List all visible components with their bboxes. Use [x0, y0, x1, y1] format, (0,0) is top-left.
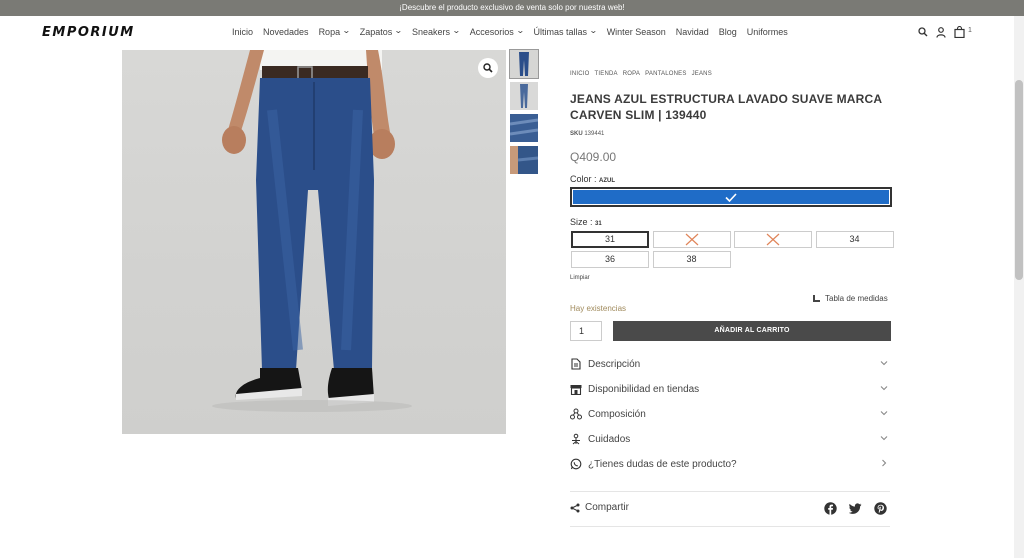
chevron-down-icon: ⌄ [394, 26, 404, 35]
user-icon[interactable] [936, 26, 946, 38]
store-icon [570, 383, 582, 395]
thumbnail-3[interactable] [510, 114, 538, 142]
chevron-down-icon: ⌄ [342, 26, 351, 35]
nav-item-uniformes[interactable]: Uniformes [747, 27, 788, 37]
size-option-unavailable [652, 231, 731, 248]
chevron-down-icon: ⌄ [452, 26, 461, 35]
stock-status: Hay existencias [570, 304, 627, 313]
size-option-unavailable [734, 231, 812, 248]
main-nav: Inicio Novedades Ropa ⌄ Zapatos ⌄ Sneakers ⌄ Acc… [232, 26, 798, 37]
share-icon [570, 503, 580, 512]
clear-selection-link[interactable]: Limpiar [570, 275, 590, 281]
accordion-questions[interactable]: ¿Tienes dudas de este producto? [570, 456, 890, 472]
social-share-links [824, 502, 887, 515]
size-option[interactable]: 38 [652, 251, 731, 268]
whatsapp-icon [570, 458, 582, 470]
header-icons: 1 [918, 26, 972, 38]
chevron-down-icon [880, 436, 888, 441]
product-price: Q409.00 [570, 150, 617, 164]
nav-item-sneakers[interactable]: Sneakers ⌄ [412, 26, 461, 37]
chevron-down-icon [880, 361, 888, 366]
accordion-care[interactable]: Cuidados [570, 431, 890, 447]
product-main-image[interactable] [122, 50, 506, 434]
breadcrumb-item[interactable]: ROPA [623, 71, 640, 77]
chevron-down-icon [880, 386, 888, 391]
thumbnail-2[interactable] [510, 82, 538, 110]
announcement-text: ¡Descubre el producto exclusivo de venta… [399, 3, 625, 12]
accordion-store-availability[interactable]: Disponibilidad en tiendas [570, 381, 890, 397]
share-button[interactable]: Compartir [570, 502, 629, 513]
zoom-button[interactable] [478, 58, 498, 78]
breadcrumb-item[interactable]: INICIO [570, 71, 590, 77]
pinterest-icon[interactable] [874, 502, 887, 515]
nav-item-navidad[interactable]: Navidad [676, 27, 709, 37]
nav-item--ltimas-tallas[interactable]: Últimas tallas ⌄ [533, 26, 598, 37]
breadcrumb-item[interactable]: TIENDA [595, 71, 618, 77]
nav-item-novedades[interactable]: Novedades [263, 27, 309, 37]
quantity-input[interactable]: 1 [570, 321, 602, 341]
thumbnail-strip [509, 49, 539, 178]
search-icon[interactable] [918, 27, 928, 37]
facebook-icon[interactable] [824, 502, 837, 515]
add-to-cart-button[interactable]: AÑADIR AL CARRITO [613, 321, 891, 341]
accordion-composition[interactable]: Composición [570, 406, 890, 422]
accordion-description[interactable]: Descripción [570, 356, 890, 372]
breadcrumb: INICIO TIENDA ROPA PANTALONES JEANS [570, 71, 717, 77]
breadcrumb-item[interactable]: JEANS [692, 71, 712, 77]
site-header: EMPORIUM Inicio Novedades Ropa ⌄ Zapatos ⌄ Sne… [0, 16, 1024, 50]
color-value: AZUL [599, 178, 616, 184]
unavailable-x-icon [685, 233, 698, 246]
page-scrollbar[interactable] [1014, 16, 1024, 558]
chevron-down-icon [880, 411, 888, 416]
nav-item-ropa[interactable]: Ropa ⌄ [319, 26, 351, 37]
chevron-down-icon: ⌄ [515, 26, 525, 35]
product-sku: SKU 139441 [570, 131, 605, 137]
nav-item-blog[interactable]: Blog [719, 27, 737, 37]
announcement-bar: ¡Descubre el producto exclusivo de venta… [0, 0, 1024, 16]
jeans-model-photo [212, 50, 412, 412]
divider [570, 491, 890, 492]
nav-item-inicio[interactable]: Inicio [232, 27, 253, 37]
site-logo[interactable]: EMPORIUM [42, 25, 135, 40]
document-icon [570, 358, 582, 370]
size-label: Size : 31 [570, 217, 602, 227]
checkmark-icon [725, 192, 737, 202]
size-chart-link[interactable]: Tabla de medidas [812, 294, 888, 303]
size-option[interactable]: 31 [571, 231, 649, 248]
thumbnail-1[interactable] [509, 49, 539, 79]
nav-item-zapatos[interactable]: Zapatos ⌄ [360, 26, 404, 37]
size-option[interactable]: 34 [815, 231, 894, 248]
chevron-down-icon: ⌄ [588, 26, 598, 35]
divider [570, 526, 890, 527]
size-option[interactable]: 36 [571, 251, 649, 268]
unavailable-x-icon [766, 233, 780, 246]
care-icon [570, 433, 582, 445]
size-value: 31 [595, 221, 602, 227]
zoom-icon [483, 63, 493, 73]
color-label: Color : AZUL [570, 174, 616, 184]
product-title: JEANS AZUL ESTRUCTURA LAVADO SUAVE MARCA… [570, 92, 882, 122]
ruler-icon [813, 295, 820, 302]
chevron-right-icon [882, 459, 887, 467]
nav-item-accesorios[interactable]: Accesorios ⌄ [470, 26, 525, 37]
molecule-icon [570, 408, 582, 420]
color-swatch-azul[interactable] [570, 187, 892, 207]
scrollbar-thumb[interactable] [1015, 80, 1023, 280]
nav-item-winter-season[interactable]: Winter Season [607, 27, 666, 37]
cart-count-badge: 1 [968, 26, 972, 34]
thumbnail-4[interactable] [510, 146, 538, 174]
cart-icon[interactable] [954, 26, 965, 38]
twitter-icon[interactable] [848, 502, 862, 515]
breadcrumb-item[interactable]: PANTALONES [645, 71, 686, 77]
